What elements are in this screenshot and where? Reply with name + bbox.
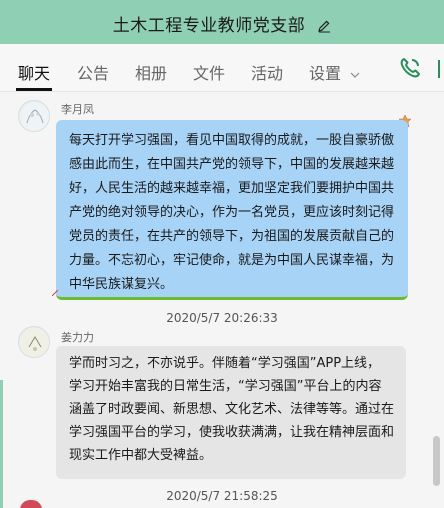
message-sender: 李月凤: [61, 103, 94, 116]
decoration-icon: [52, 290, 58, 296]
tab-chat[interactable]: 聊天: [18, 60, 50, 84]
message-line: 力量。不忘初心，牢记使命，就是为中国人民谋幸福，为: [69, 253, 395, 268]
message-timestamp: 2020/5/7 21:58:25: [166, 489, 278, 503]
message-bubble[interactable]: 学而时习之，不亦说乎。伴随着“学习强国”APP上线， 学习开始丰富我的日常生活，…: [56, 346, 406, 479]
tab-files[interactable]: 文件: [193, 60, 225, 84]
more-icon[interactable]: [438, 60, 444, 78]
message-timestamp: 2020/5/7 20:26:33: [166, 311, 278, 325]
tab-bar: 聊天 公告 相册 文件 活动 设置: [0, 44, 444, 92]
message-line: 学习开始丰富我的日常生活，“学习强国”平台上的内容: [69, 379, 382, 394]
tab-activity[interactable]: 活动: [251, 60, 283, 84]
message-line: 现实工作中都大受裨益。: [69, 448, 213, 463]
message-line: 好，人民生活的越来越幸福，更加坚定我们要拥护中国共: [69, 181, 395, 196]
phone-icon[interactable]: [398, 56, 422, 80]
chevron-down-icon: [350, 72, 360, 78]
tab-album[interactable]: 相册: [135, 60, 167, 84]
tab-announcement[interactable]: 公告: [77, 60, 109, 84]
message-line: 感由此而生，在中国共产党的领导下，中国的发展越来越: [69, 157, 395, 172]
avatar[interactable]: [18, 100, 50, 132]
tab-settings[interactable]: 设置: [309, 60, 360, 84]
message-line: 学习强国平台的学习，使我收获满满，让我在精神层面和: [69, 425, 395, 440]
pencil-icon[interactable]: [317, 19, 331, 33]
left-accent-bar: [0, 380, 3, 508]
avatar[interactable]: [18, 326, 50, 358]
message-line: 产党的绝对领导的决心，作为一名党员，更应该时刻记得: [69, 205, 395, 220]
window-title: 土木工程专业教师党支部: [112, 16, 306, 36]
message-line: 涵盖了时政要闻、新思想、文化艺术、法律等等。通过在: [69, 402, 395, 417]
tab-active-underline: [16, 88, 52, 91]
message-sender: 姜力力: [61, 331, 94, 344]
title-bar: 土木工程专业教师党支部: [0, 0, 444, 44]
message-line: 每天打开学习强国，看见中国取得的成就，一股自豪骄傲: [69, 133, 395, 148]
message-line: 党员的责任，在共产的领导下，为祖国的发展贡献自己的: [69, 229, 395, 244]
message-bubble[interactable]: 每天打开学习强国，看见中国取得的成就，一股自豪骄傲 感由此而生，在中国共产党的领…: [56, 120, 408, 300]
message-line: 中华民族谋复兴。: [69, 277, 174, 292]
window-title-wrap: 土木工程专业教师党支部: [0, 11, 444, 36]
tab-settings-label: 设置: [309, 64, 342, 83]
scrollbar-thumb[interactable]: [433, 436, 440, 486]
message-line: 学而时习之，不亦说乎。伴随着“学习强国”APP上线，: [69, 356, 381, 371]
